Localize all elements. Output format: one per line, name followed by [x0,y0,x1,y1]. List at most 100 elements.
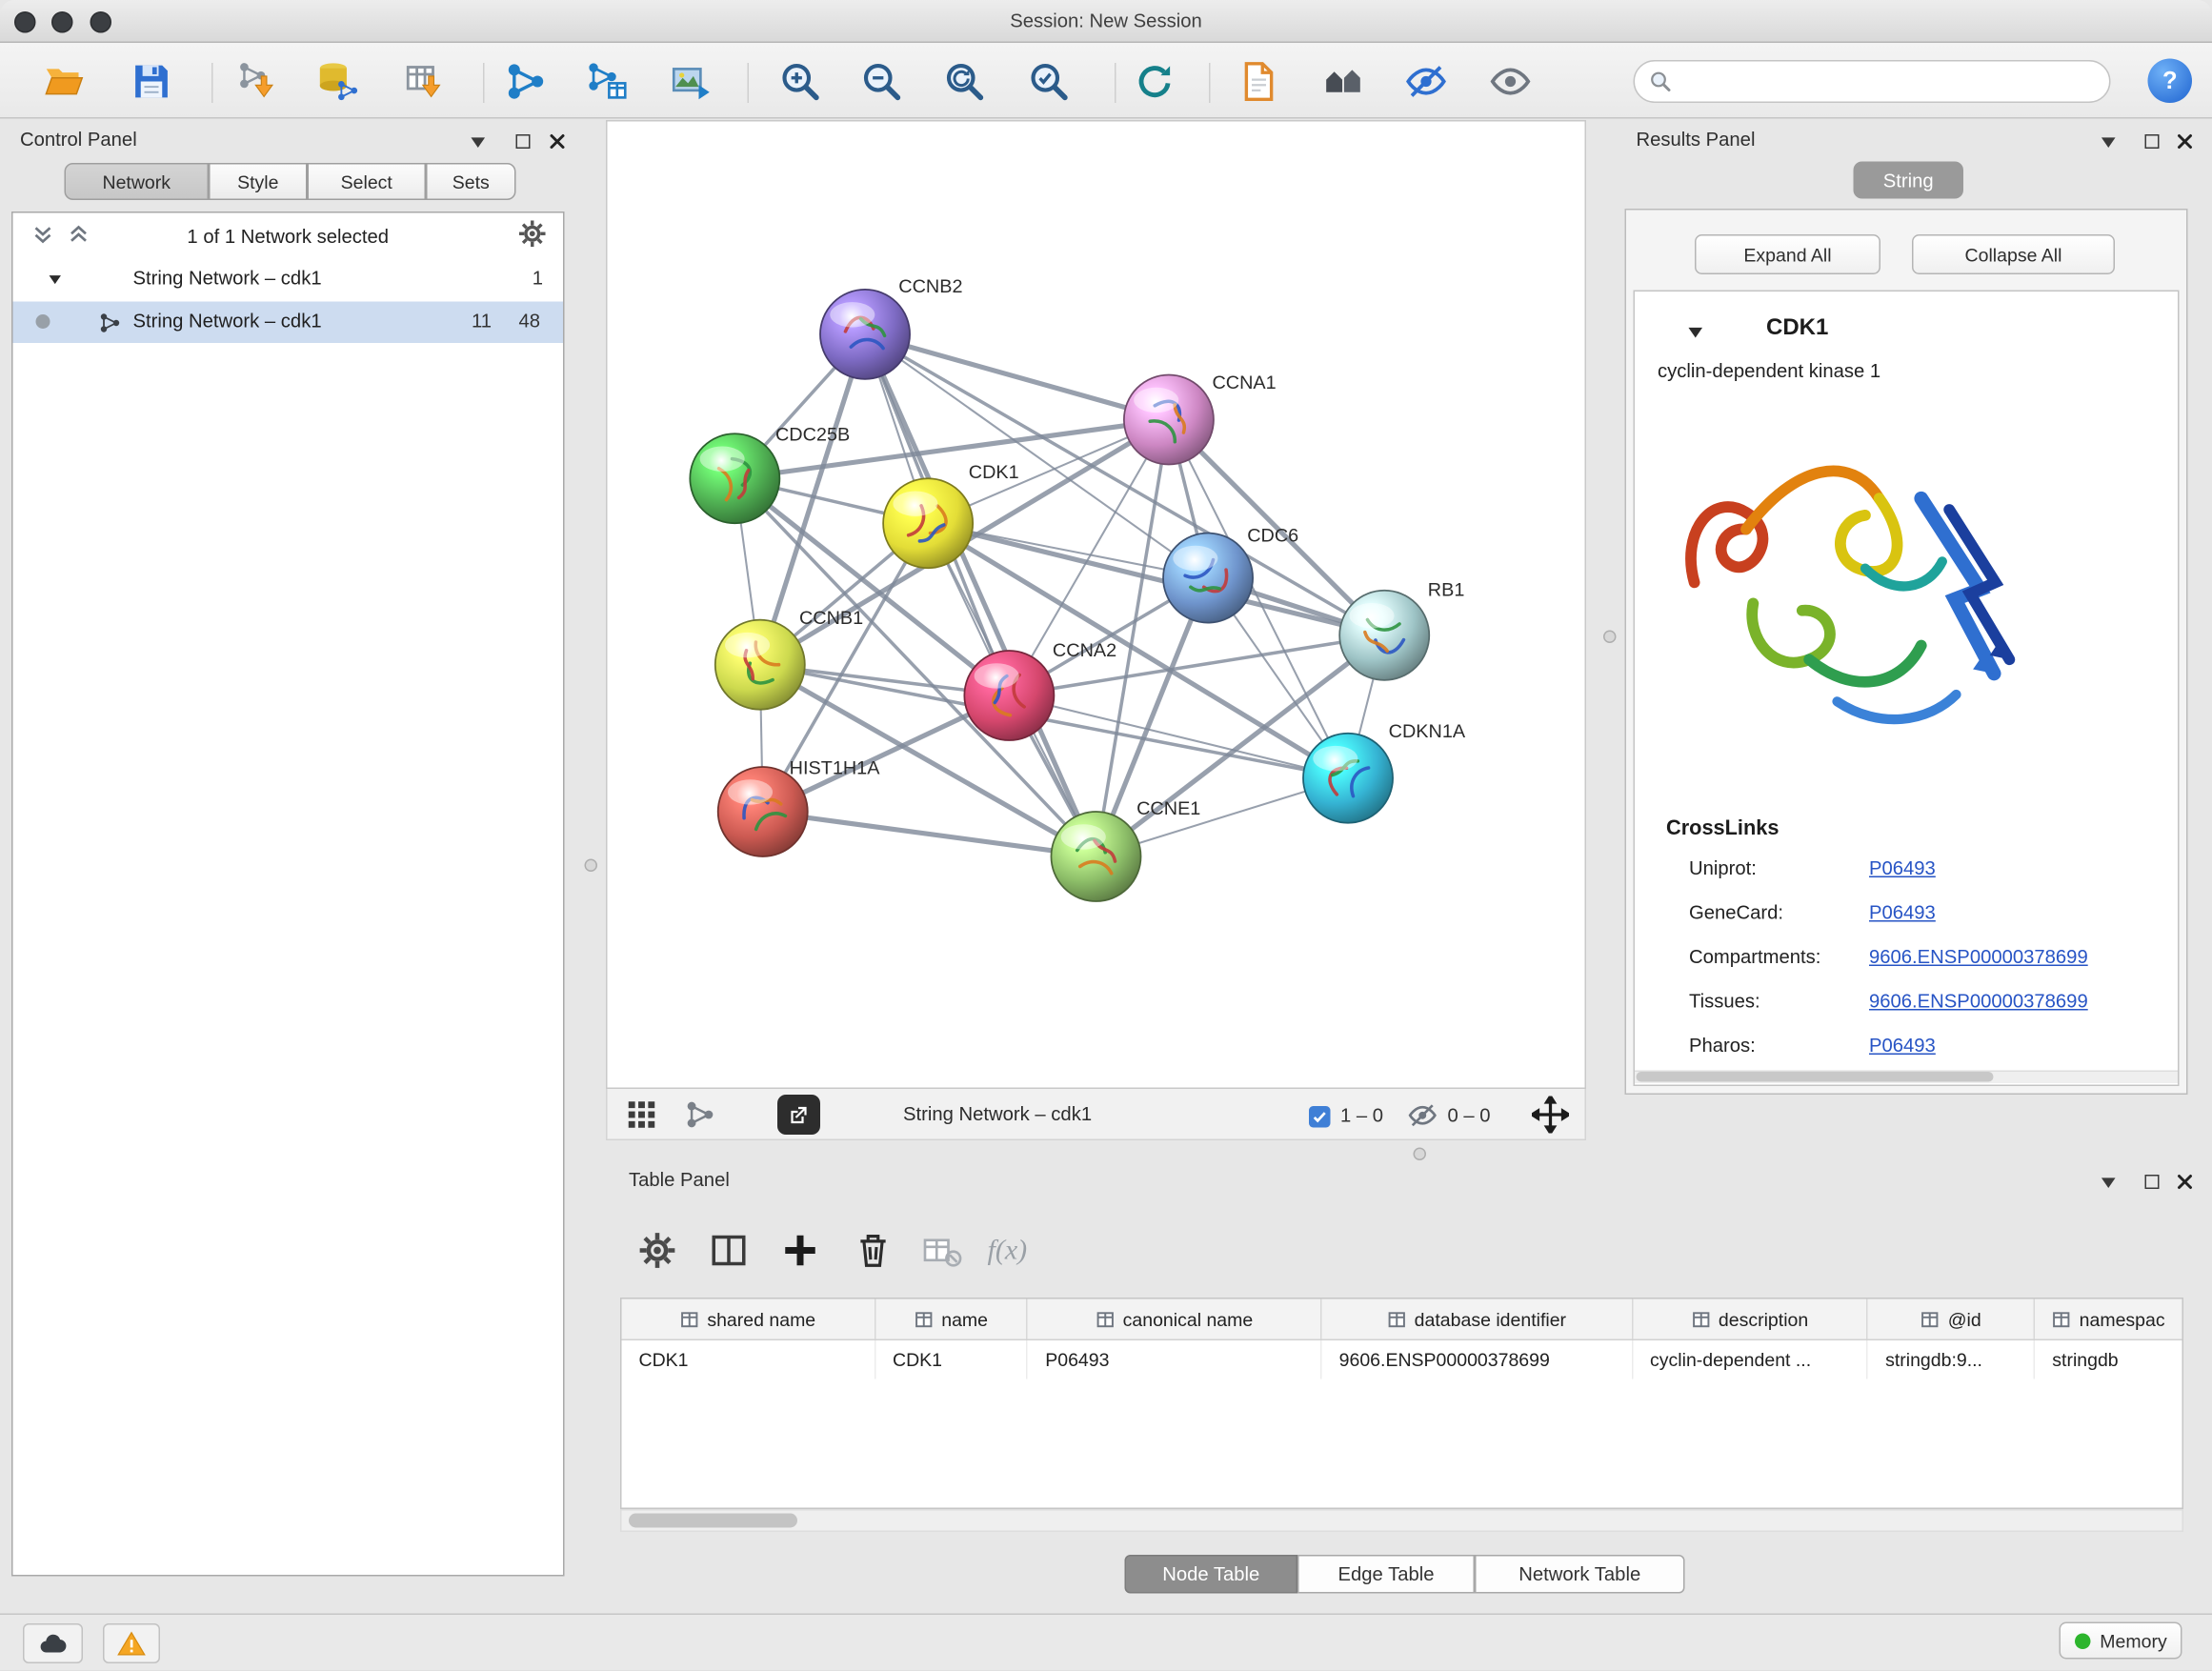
add-column-icon[interactable] [780,1231,820,1271]
table-cell[interactable]: CDK1 [875,1340,1028,1379]
save-session-button[interactable] [126,56,177,108]
collapse-panel-icon[interactable] [2100,1174,2119,1193]
close-panel-icon[interactable] [549,133,566,151]
table-cell[interactable]: stringdb:9... [1868,1340,2035,1379]
table-cell[interactable]: stringdb [2035,1340,2182,1379]
tab-node-table[interactable]: Node Table [1125,1555,1298,1594]
tab-network[interactable]: Network [65,163,210,200]
zoom-selected-button[interactable] [1023,56,1075,108]
selection-checkbox-icon[interactable] [1309,1106,1331,1128]
crosslink-value[interactable]: P06493 [1869,1035,1936,1057]
network-edge[interactable] [1009,695,1348,778]
results-hscrollbar-thumb[interactable] [1637,1072,1994,1082]
close-panel-icon[interactable] [2177,133,2194,151]
crosslink-value[interactable]: P06493 [1869,902,1936,924]
expand-all-button[interactable]: Expand All [1695,234,1880,274]
network-node[interactable] [1163,534,1253,623]
pan-crosshair-icon[interactable] [1532,1097,1569,1134]
open-in-window-button[interactable] [777,1095,820,1135]
annotation-document-button[interactable] [1234,56,1285,108]
memory-button[interactable]: Memory [2060,1622,2182,1660]
float-panel-icon[interactable] [2145,1175,2160,1189]
toolbar-search[interactable] [1634,60,2111,103]
network-edge[interactable] [865,334,1169,420]
collapse-panel-icon[interactable] [2100,133,2119,152]
import-network-from-file-button[interactable] [233,56,285,108]
tab-style[interactable]: Style [209,163,308,200]
network-node[interactable] [1051,812,1140,901]
crosslink-value[interactable]: 9606.ENSP00000378699 [1869,991,2088,1013]
table-cell[interactable]: P06493 [1028,1340,1321,1379]
new-network-button[interactable] [500,56,552,108]
network-edge[interactable] [763,812,1096,856]
apply-layout-button[interactable] [1129,56,1180,108]
tab-sets[interactable]: Sets [426,163,516,200]
column-header[interactable]: description [1633,1299,1868,1339]
network-graph[interactable]: CCNB2CCNA1CDC25BCDK1CDC6RB1CCNB1CCNA2CDK… [608,122,1585,1088]
column-header[interactable]: shared name [622,1299,876,1339]
crosslink-value[interactable]: 9606.ENSP00000378699 [1869,946,2088,968]
network-node[interactable] [715,620,805,710]
cloud-status-button[interactable] [23,1623,83,1663]
horizontal-splitter-handle[interactable] [1414,1148,1427,1161]
home-neighborhood-button[interactable] [1317,56,1369,108]
close-panel-icon[interactable] [2177,1174,2194,1191]
table-cell[interactable]: cyclin-dependent ... [1633,1340,1868,1379]
network-node[interactable] [964,651,1054,740]
network-node[interactable] [1339,591,1429,680]
table-options-gear-icon[interactable] [637,1231,677,1271]
table-cell[interactable]: 9606.ENSP00000378699 [1322,1340,1633,1379]
import-table-button[interactable] [400,56,452,108]
warnings-button[interactable] [103,1623,160,1663]
table-hscrollbar-thumb[interactable] [629,1514,797,1528]
open-session-button[interactable] [39,56,90,108]
zoom-out-button[interactable] [856,56,908,108]
network-options-gear-icon[interactable] [517,219,548,250]
help-button[interactable]: ? [2148,59,2193,104]
column-header[interactable]: name [875,1299,1028,1339]
vertical-splitter-handle[interactable] [585,859,598,873]
zoom-in-button[interactable] [774,56,826,108]
float-panel-icon[interactable] [516,134,531,149]
collapse-panel-icon[interactable] [469,133,488,152]
table-hscrollbar-track[interactable] [620,1509,2183,1532]
vertical-splitter-handle[interactable] [1603,631,1617,644]
tab-select[interactable]: Select [308,163,427,200]
network-node[interactable] [1124,374,1214,464]
search-input[interactable] [1680,70,2095,94]
new-network-from-table-button[interactable] [582,56,633,108]
column-header[interactable]: @id [1868,1299,2035,1339]
zoom-fit-button[interactable] [939,56,991,108]
network-node[interactable] [883,478,973,568]
birdseye-grid-icon[interactable] [626,1099,657,1131]
export-image-button[interactable] [666,56,717,108]
column-header[interactable]: canonical name [1028,1299,1321,1339]
results-tab-string[interactable]: String [1854,162,1964,199]
show-all-button[interactable] [1485,56,1537,108]
table-row[interactable]: CDK1 CDK1 P06493 9606.ENSP00000378699 cy… [622,1340,2182,1379]
network-node[interactable] [820,290,910,379]
tab-edge-table[interactable]: Edge Table [1297,1555,1475,1594]
crosslink-value[interactable]: P06493 [1869,857,1936,879]
protein-section-expand-icon[interactable] [1686,323,1705,342]
network-edge[interactable] [865,334,1096,856]
tab-network-table[interactable]: Network Table [1475,1555,1685,1594]
float-panel-icon[interactable] [2145,134,2160,149]
network-node[interactable] [690,433,779,523]
hidden-eye-slash-icon[interactable] [1408,1100,1438,1131]
collection-name[interactable]: String Network – cdk1 [133,268,322,290]
column-header[interactable]: database identifier [1322,1299,1633,1339]
import-network-from-database-button[interactable] [313,56,365,108]
network-share-icon[interactable] [685,1099,716,1131]
network-node[interactable] [718,767,808,856]
network-node[interactable] [1303,734,1393,823]
network-name[interactable]: String Network – cdk1 [133,311,322,332]
column-header[interactable]: namespac [2035,1299,2182,1339]
collapse-all-button[interactable]: Collapse All [1912,234,2115,274]
table-cell[interactable]: CDK1 [622,1340,876,1379]
hide-selected-button[interactable] [1400,56,1452,108]
network-canvas[interactable]: CCNB2CCNA1CDC25BCDK1CDC6RB1CCNB1CCNA2CDK… [606,120,1586,1089]
show-columns-icon[interactable] [709,1231,749,1271]
collection-expand-icon[interactable] [48,272,64,288]
delete-column-icon[interactable] [854,1231,894,1271]
